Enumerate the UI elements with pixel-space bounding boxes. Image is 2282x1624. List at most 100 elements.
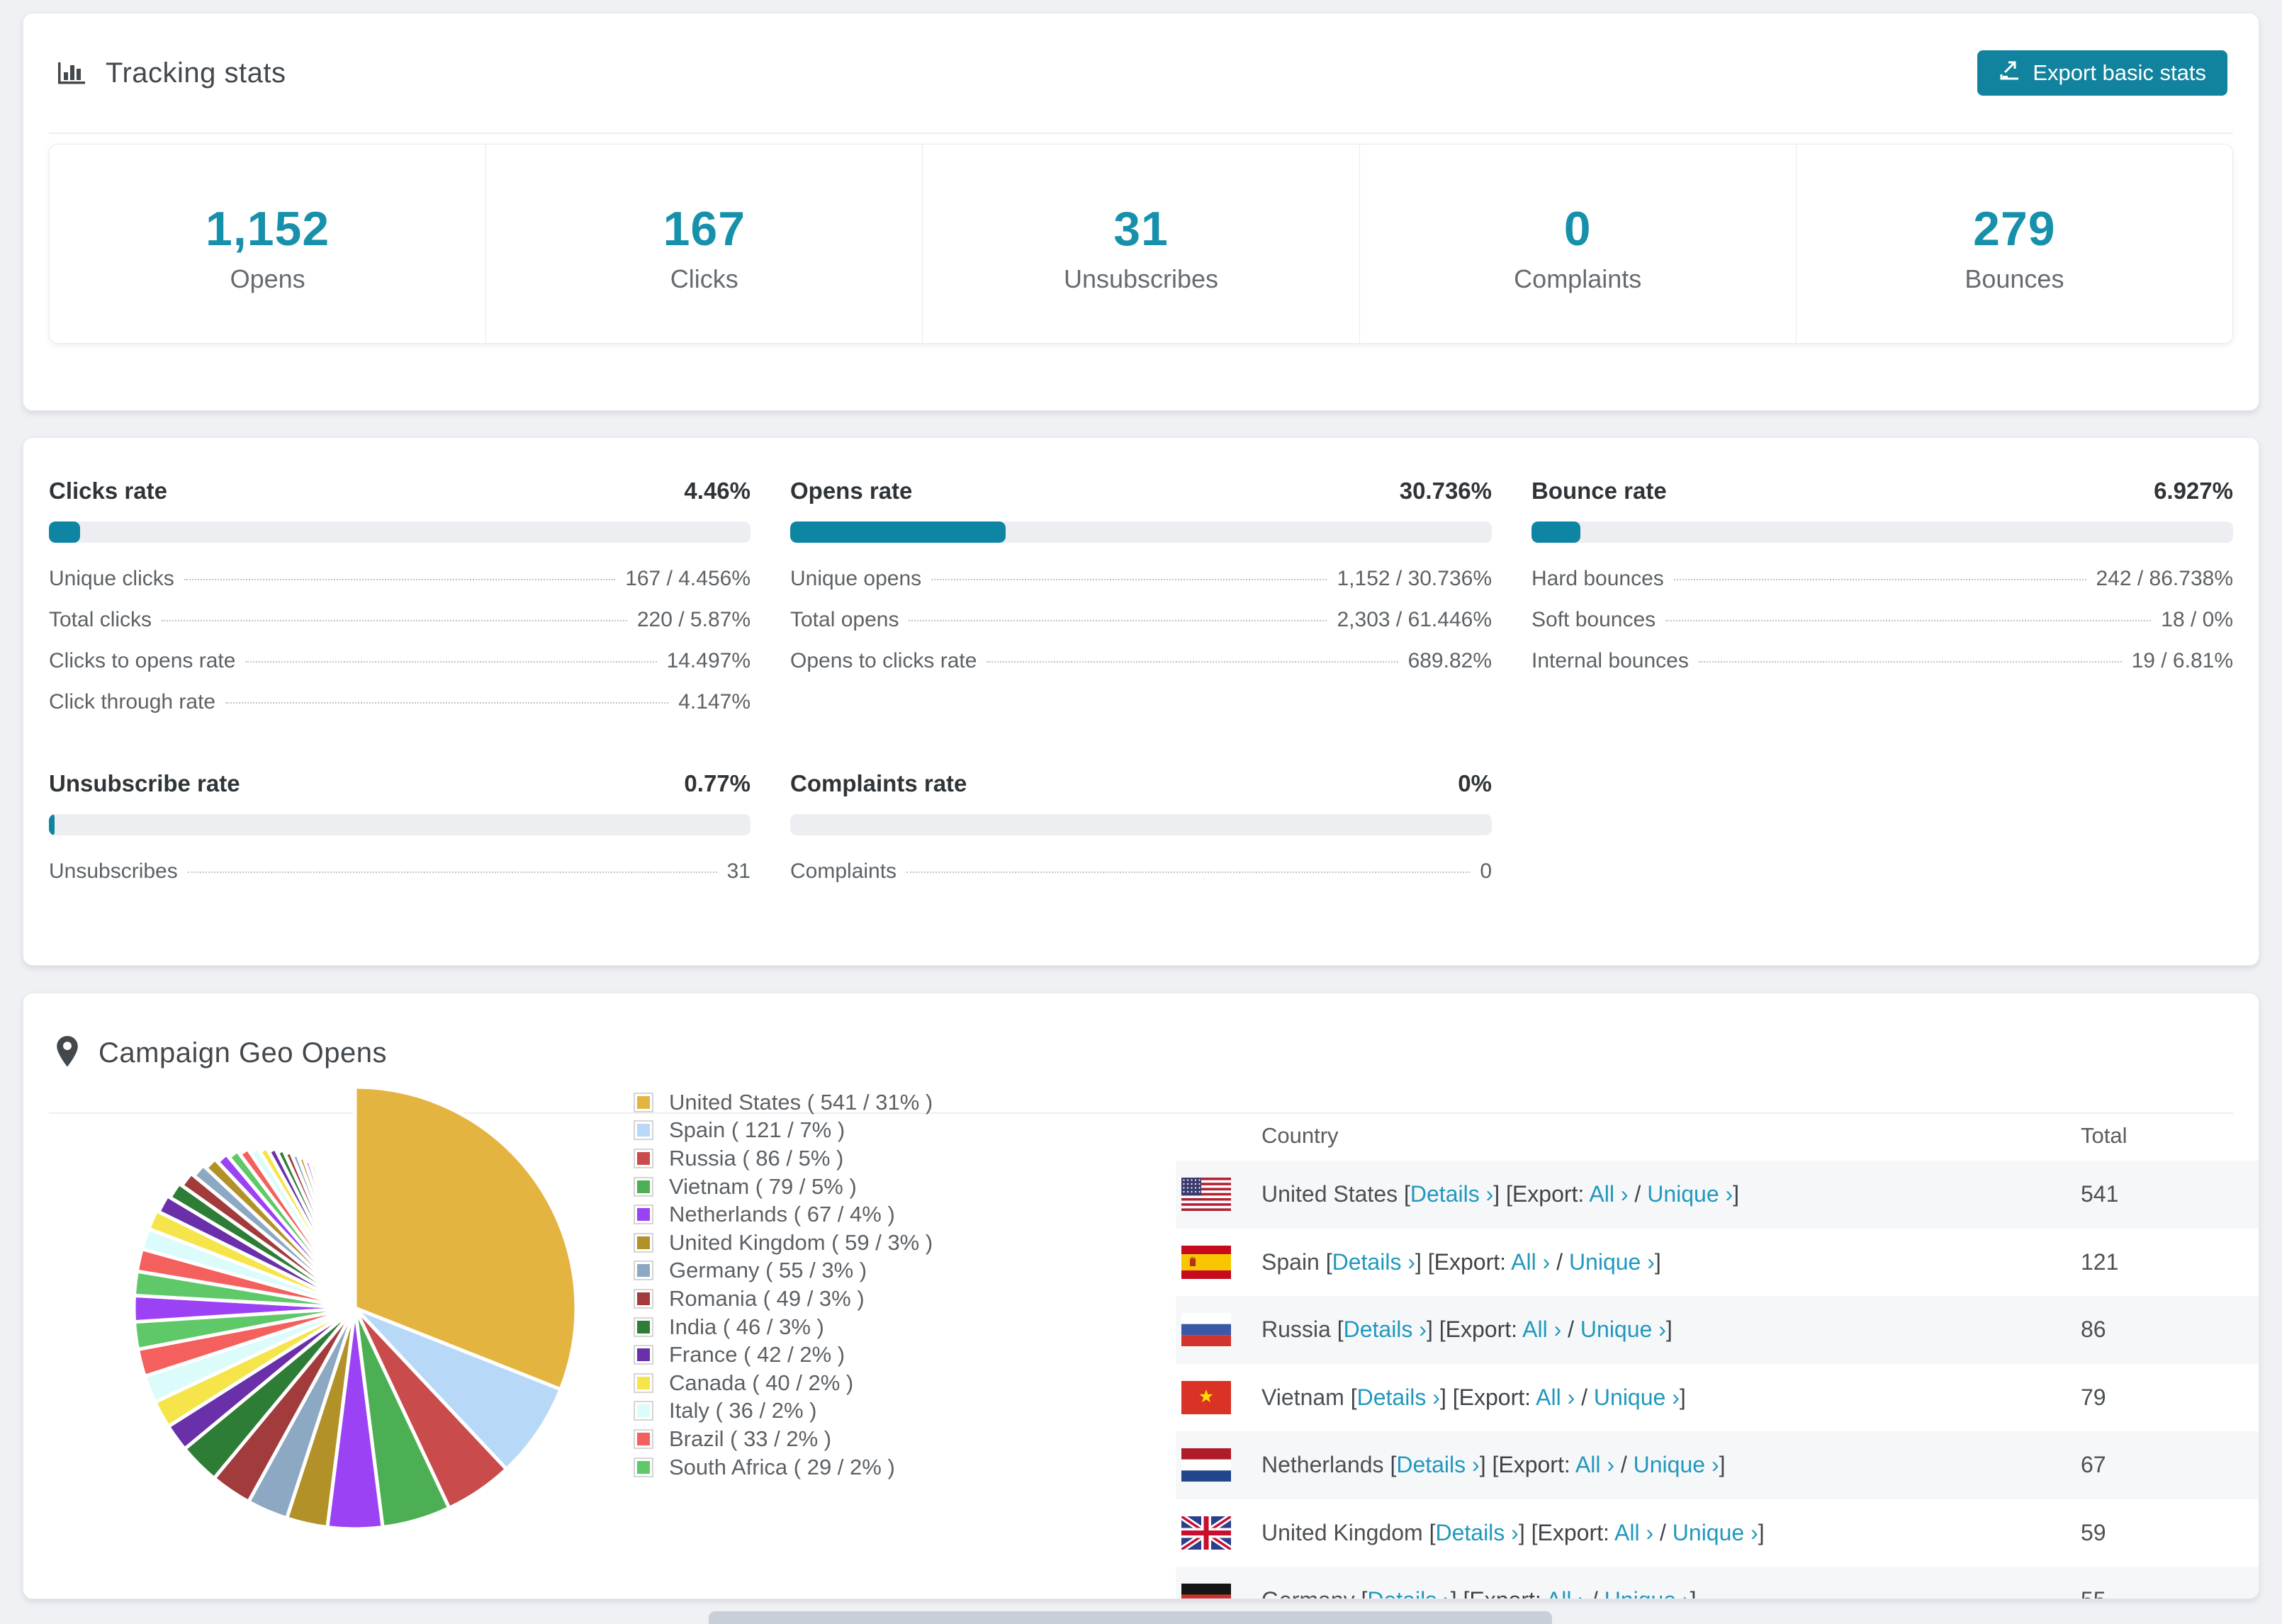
details-link[interactable]: Details › <box>1344 1316 1427 1342</box>
tracking-stats-header: Tracking stats Export basic stats <box>23 13 2259 132</box>
stat-box-clicks: 167 Clicks <box>485 145 922 343</box>
dotted-leader <box>1698 661 2122 662</box>
stat-line: Unique opens 1,152 / 30.736% <box>790 567 1492 608</box>
export-all-link[interactable]: All › <box>1536 1385 1575 1410</box>
geo-table-row: Vietnam [Details ›] [Export: All › / Uni… <box>1176 1364 2259 1432</box>
stat-line-value: 14.497% <box>666 649 751 672</box>
export-unique-link[interactable]: Unique › <box>1647 1181 1733 1207</box>
legend-label: Romania ( 49 / 3% ) <box>669 1285 865 1311</box>
details-link[interactable]: Details › <box>1357 1385 1440 1410</box>
legend-swatch <box>634 1401 653 1421</box>
dotted-leader <box>1673 579 2086 580</box>
country-total: 67 <box>2081 1452 2106 1478</box>
campaign-geo-opens-card: Campaign Geo Opens United States ( 541 /… <box>23 993 2259 1599</box>
export-unique-link[interactable]: Unique › <box>1569 1249 1655 1275</box>
legend-swatch <box>634 1148 653 1168</box>
details-link[interactable]: Details › <box>1367 1587 1450 1598</box>
country-name: Germany <box>1261 1587 1355 1598</box>
export-all-link[interactable]: All › <box>1546 1587 1585 1598</box>
stat-line-value: 167 / 4.456% <box>625 567 751 590</box>
dotted-leader <box>987 661 1398 662</box>
legend-swatch <box>634 1288 653 1309</box>
stat-label: Clicks <box>670 264 738 293</box>
country-total: 79 <box>2081 1384 2106 1410</box>
stat-box-bounces: 279 Bounces <box>1795 145 2232 343</box>
legend-swatch <box>634 1092 653 1112</box>
legend-swatch <box>634 1316 653 1337</box>
horizontal-scrollbar-thumb[interactable] <box>709 1611 1552 1624</box>
rate-block-unsubscribe-rate: Unsubscribe rate 0.77% Unsubscribes 31 <box>49 770 751 901</box>
legend-swatch <box>634 1120 653 1141</box>
legend-swatch <box>634 1205 653 1225</box>
export-all-link[interactable]: All › <box>1614 1520 1653 1545</box>
progress-bar <box>790 521 1492 543</box>
stat-line-value: 31 <box>726 859 751 883</box>
flag-icon-ru <box>1181 1313 1231 1347</box>
country-total: 121 <box>2081 1248 2119 1275</box>
legend-item: Romania ( 49 / 3% ) <box>634 1285 933 1313</box>
details-link[interactable]: Details › <box>1435 1520 1518 1545</box>
flag-icon-gb <box>1181 1516 1231 1550</box>
export-unique-link[interactable]: Unique › <box>1634 1452 1719 1477</box>
stat-line-label: Unique opens <box>790 567 922 590</box>
stat-line-label: Click through rate <box>49 690 216 714</box>
export-icon <box>1999 59 2021 87</box>
legend-label: Russia ( 86 / 5% ) <box>669 1145 844 1171</box>
export-basic-stats-button[interactable]: Export basic stats <box>1977 50 2227 96</box>
progress-bar <box>790 814 1492 835</box>
stat-line-label: Opens to clicks rate <box>790 649 977 672</box>
stat-value: 279 <box>1973 202 2056 256</box>
stat-box-unsubscribes: 31 Unsubscribes <box>922 145 1359 343</box>
progress-fill <box>790 521 1006 543</box>
legend-label: Italy ( 36 / 2% ) <box>669 1398 817 1423</box>
country-column-header: Country <box>1261 1123 1339 1148</box>
rate-value: 0% <box>1458 770 1492 796</box>
rates-row-1: Clicks rate 4.46% Unique clicks 167 / 4.… <box>49 478 2233 731</box>
export-all-link[interactable]: All › <box>1589 1181 1628 1207</box>
rate-block-opens-rate: Opens rate 30.736% Unique opens 1,152 / … <box>790 478 1492 731</box>
legend-label: Brazil ( 33 / 2% ) <box>669 1426 832 1451</box>
rate-title: Opens rate <box>790 478 913 504</box>
legend-label: Spain ( 121 / 7% ) <box>669 1117 845 1143</box>
rate-value: 6.927% <box>2154 478 2233 504</box>
export-unique-link[interactable]: Unique › <box>1673 1520 1758 1545</box>
dotted-leader <box>225 702 669 704</box>
details-link[interactable]: Details › <box>1332 1249 1415 1275</box>
legend-item: Germany ( 55 / 3% ) <box>634 1257 933 1285</box>
legend-swatch <box>634 1457 653 1477</box>
stat-label: Bounces <box>1965 264 2064 293</box>
rate-block-bounce-rate: Bounce rate 6.927% Hard bounces 242 / 86… <box>1531 478 2233 731</box>
legend-swatch <box>634 1372 653 1393</box>
export-unique-link[interactable]: Unique › <box>1604 1587 1690 1598</box>
details-link[interactable]: Details › <box>1410 1181 1493 1207</box>
stat-line: Hard bounces 242 / 86.738% <box>1531 567 2233 608</box>
country-total: 55 <box>2081 1587 2259 1598</box>
rate-title: Clicks rate <box>49 478 167 504</box>
export-unique-link[interactable]: Unique › <box>1580 1316 1666 1342</box>
country-total: 86 <box>2081 1316 2106 1343</box>
legend-item: Vietnam ( 79 / 5% ) <box>634 1173 933 1201</box>
progress-bar <box>1531 521 2233 543</box>
stat-label: Complaints <box>1514 264 1642 293</box>
legend-item: India ( 46 / 3% ) <box>634 1313 933 1341</box>
stat-value: 1,152 <box>206 202 330 256</box>
geo-table-row: Germany [Details ›] [Export: All › / Uni… <box>1176 1567 2259 1598</box>
legend-swatch <box>634 1345 653 1365</box>
geo-title: Campaign Geo Opens <box>99 1037 388 1068</box>
rate-block-clicks-rate: Clicks rate 4.46% Unique clicks 167 / 4.… <box>49 478 751 731</box>
export-unique-link[interactable]: Unique › <box>1594 1385 1680 1410</box>
progress-fill <box>49 814 55 835</box>
legend-item: Russia ( 86 / 5% ) <box>634 1144 933 1173</box>
export-all-link[interactable]: All › <box>1575 1452 1614 1477</box>
dotted-leader <box>909 620 1327 621</box>
details-link[interactable]: Details › <box>1396 1452 1479 1477</box>
legend-label: United Kingdom ( 59 / 3% ) <box>669 1229 933 1255</box>
legend-label: Vietnam ( 79 / 5% ) <box>669 1173 857 1199</box>
export-all-link[interactable]: All › <box>1522 1316 1561 1342</box>
export-all-link[interactable]: All › <box>1511 1249 1550 1275</box>
stat-line-label: Total opens <box>790 608 899 631</box>
country-name: United States <box>1261 1181 1398 1207</box>
stat-value: 0 <box>1563 202 1592 256</box>
legend-label: United States ( 541 / 31% ) <box>669 1089 933 1115</box>
legend-item: Italy ( 36 / 2% ) <box>634 1397 933 1426</box>
